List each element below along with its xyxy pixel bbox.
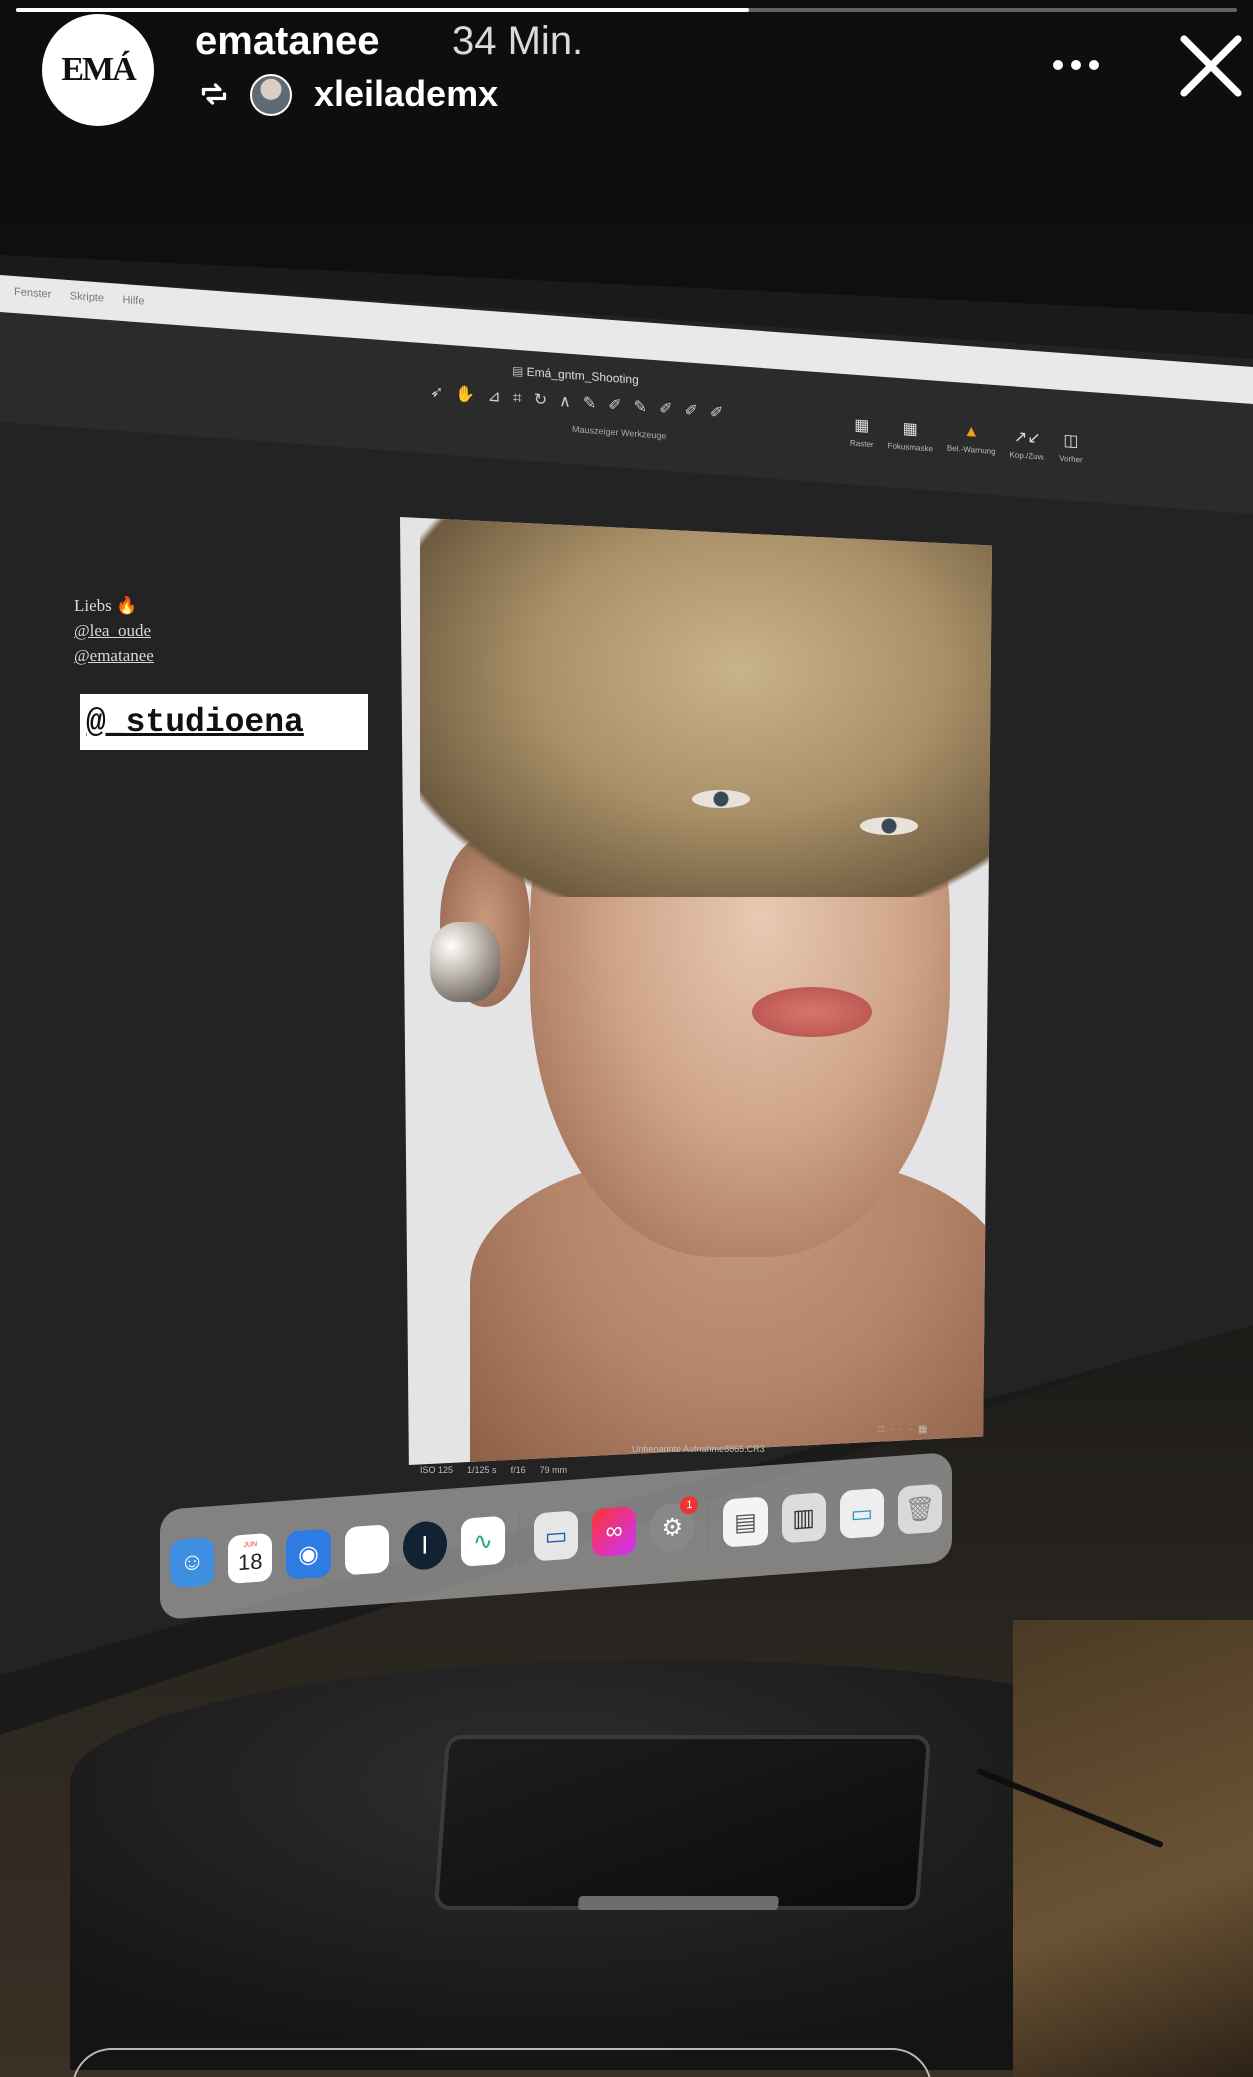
mention-sticker[interactable]: @_studioena bbox=[80, 694, 368, 750]
tool-icons: ➶✋⊿⌗↻∧✎✐✎✐✐✐ bbox=[430, 383, 736, 423]
caption-line: @ematanee bbox=[74, 646, 154, 665]
tool-exposure-warning: ▲ Bel.-Warnung bbox=[946, 422, 996, 457]
repost-user-avatar[interactable] bbox=[250, 74, 292, 116]
author-avatar[interactable]: EMÁ bbox=[42, 14, 154, 126]
dock-separator bbox=[708, 1494, 710, 1555]
document-icon: ▤ bbox=[723, 1496, 768, 1548]
story-timestamp: 34 Min. bbox=[452, 19, 584, 63]
before-after-icon: ◫ bbox=[1063, 432, 1079, 451]
portrait-eye bbox=[860, 817, 918, 835]
portrait-photo bbox=[400, 517, 992, 1465]
menu-item: Fenster bbox=[14, 286, 52, 301]
tool-before-after: ◫ Vorher bbox=[1059, 432, 1083, 465]
story-progress-bar bbox=[16, 8, 1237, 12]
system-settings-icon: ⚙ 1 bbox=[650, 1495, 699, 1553]
portrait-lips bbox=[752, 987, 872, 1037]
portrait-eye bbox=[692, 790, 750, 808]
screen-caption: Liebs 🔥 @lea_oude @ematanee bbox=[74, 593, 154, 668]
portrait-earring bbox=[430, 922, 500, 1002]
tool-focus-mask: ▦ Fokusmaske bbox=[887, 420, 933, 454]
repost-username[interactable]: xleilademx bbox=[314, 73, 498, 115]
caption-line: Liebs 🔥 bbox=[74, 596, 138, 615]
tool-grid: ▦ Raster bbox=[850, 416, 874, 450]
menu-item: Hilfe bbox=[122, 293, 145, 308]
capture-one-icon: Ⅰ bbox=[402, 1519, 447, 1572]
image-metadata: ISO 125 1/125 s f/16 79 mm bbox=[420, 1465, 568, 1475]
grid-icon: ▦ bbox=[854, 416, 870, 435]
author-username[interactable]: ematanee bbox=[195, 19, 380, 64]
portrait-hair bbox=[420, 517, 992, 897]
tool-caption: Mauszeiger Werkzeuge bbox=[572, 424, 667, 441]
preview-icon: ▭ bbox=[533, 1510, 579, 1562]
reply-input[interactable] bbox=[72, 2048, 932, 2077]
finder-icon: ☺ bbox=[170, 1537, 215, 1589]
freeform-icon: ∿ bbox=[460, 1515, 506, 1567]
right-tools: ▦ Raster ▦ Fokusmaske ▲ Bel.-Warnung ↗↙ Kop.… bbox=[850, 414, 1083, 465]
mention-text: @_studioena bbox=[86, 703, 304, 741]
dock-separator bbox=[519, 1508, 520, 1569]
story-progress-fill bbox=[16, 8, 749, 12]
folder-icon: ▭ bbox=[839, 1487, 884, 1540]
tool-copy-apply: ↗↙ Kop./Zuw. bbox=[1009, 428, 1046, 462]
story-photo[interactable]: Fenster Skripte Hilfe Emá_gntm_Shooting … bbox=[0, 0, 1253, 2077]
drawing-tablet bbox=[433, 1735, 932, 1910]
safari-icon: ◉ bbox=[286, 1528, 331, 1580]
menu-item: Skripte bbox=[69, 290, 104, 305]
repost-icon bbox=[201, 83, 227, 105]
focus-mask-icon: ▦ bbox=[902, 420, 918, 439]
calendar-icon: JUN 18 bbox=[228, 1532, 273, 1584]
view-controls: □···▦ bbox=[878, 1424, 934, 1435]
creative-cloud-icon: ∞ bbox=[592, 1506, 637, 1558]
photos-icon: ✿ bbox=[344, 1524, 389, 1576]
caption-line: @lea_oude bbox=[74, 621, 152, 640]
copy-apply-icon: ↗↙ bbox=[1013, 428, 1041, 448]
image-filename: Unbenannte Aufnahme8865.CR3 bbox=[632, 1444, 765, 1454]
floor-background bbox=[1013, 1620, 1253, 2077]
close-icon[interactable] bbox=[1175, 30, 1247, 102]
avatar-logo-text: EMÁ bbox=[61, 51, 136, 88]
more-options-icon[interactable] bbox=[1048, 50, 1104, 80]
warning-icon: ▲ bbox=[963, 422, 980, 441]
trash-icon: 🗑 bbox=[897, 1483, 943, 1535]
document-title: Emá_gntm_Shooting bbox=[512, 364, 639, 387]
downloads-stack-icon: ▥ bbox=[781, 1492, 826, 1544]
